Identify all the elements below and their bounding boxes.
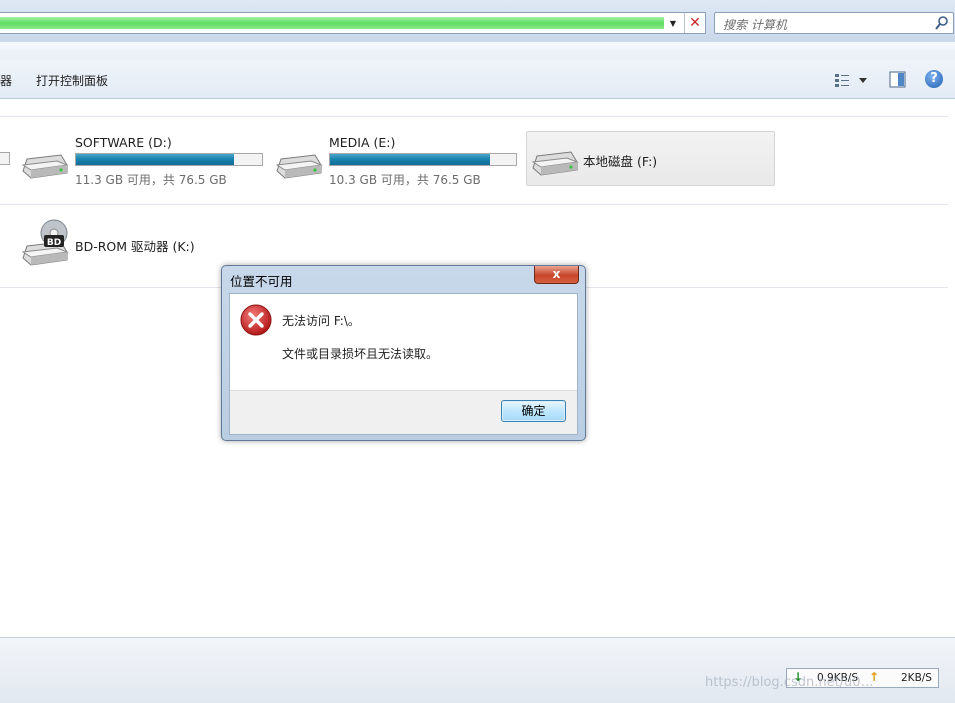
- upload-speed: 2KB/S: [901, 672, 932, 684]
- close-icon: x: [552, 267, 561, 281]
- status-bar: ↓ 0.9KB/S ↑ 2KB/S: [0, 637, 955, 703]
- divider: [0, 204, 948, 205]
- drive-usage-bar: [75, 153, 263, 166]
- address-progress: [0, 17, 664, 29]
- menu-band: [0, 50, 955, 60]
- address-bar-area: ▼ ✕ 搜索 计算机: [0, 0, 955, 42]
- hard-drive-icon: [531, 151, 579, 176]
- dialog-close-button[interactable]: x: [534, 266, 579, 284]
- drive-usage-fill: [76, 154, 235, 165]
- drive-name: BD-ROM 驱动器 (K:): [75, 239, 195, 254]
- search-input[interactable]: 搜索 计算机: [714, 12, 954, 34]
- bd-badge: BD: [47, 238, 61, 248]
- drive-size: 11.3 GB 可用，共 76.5 GB: [75, 173, 227, 187]
- dialog-message-secondary: 文件或目录损坏且无法读取。: [282, 347, 439, 361]
- close-icon[interactable]: ✕: [684, 13, 705, 33]
- drive-media-e[interactable]: MEDIA (E:) 10.3 GB 可用，共 76.5 GB: [275, 133, 520, 187]
- preview-pane-icon[interactable]: [889, 71, 906, 88]
- views-icon[interactable]: [834, 72, 868, 88]
- drive-size: 10.3 GB 可用，共 76.5 GB: [329, 173, 481, 187]
- partial-drive-bar: [0, 152, 10, 165]
- watermark: https://blog.csdn.net/u0…: [705, 675, 874, 690]
- dialog-title: 位置不可用: [230, 274, 293, 289]
- help-icon[interactable]: ?: [925, 70, 943, 88]
- drive-name: MEDIA (E:): [329, 135, 396, 150]
- error-icon: [240, 304, 272, 336]
- toolbar-partial-item[interactable]: 器: [0, 72, 12, 89]
- drive-software-d[interactable]: SOFTWARE (D:) 11.3 GB 可用，共 76.5 GB: [21, 133, 266, 187]
- drive-local-f[interactable]: 本地磁盘 (F:): [526, 131, 775, 186]
- location-unavailable-dialog: 位置不可用 x 无法访问 F:\。 文件或目录损坏且无法读取。 确定: [221, 265, 586, 441]
- drive-name: 本地磁盘 (F:): [583, 154, 658, 169]
- dialog-message-primary: 无法访问 F:\。: [282, 314, 360, 328]
- bd-rom-drive-icon: BD: [21, 219, 69, 266]
- drive-usage-fill: [330, 154, 490, 165]
- drive-bdrom-k[interactable]: BD BD-ROM 驱动器 (K:): [21, 219, 221, 271]
- divider: [0, 116, 948, 117]
- address-field[interactable]: ▼ ✕: [0, 12, 706, 34]
- open-control-panel-button[interactable]: 打开控制面板: [36, 72, 108, 89]
- search-icon[interactable]: [935, 14, 949, 32]
- search-placeholder: 搜索 计算机: [723, 18, 787, 32]
- hard-drive-icon: [21, 154, 69, 179]
- command-toolbar: 器 打开控制面板 ?: [0, 42, 955, 99]
- dialog-body: 无法访问 F:\。 文件或目录损坏且无法读取。 确定: [229, 293, 578, 435]
- dialog-footer: 确定: [230, 390, 577, 434]
- ok-button[interactable]: 确定: [501, 400, 566, 422]
- drive-usage-bar: [329, 153, 517, 166]
- drive-name: SOFTWARE (D:): [75, 135, 172, 150]
- hard-drive-icon: [275, 154, 323, 179]
- chevron-down-icon[interactable]: ▼: [664, 13, 682, 33]
